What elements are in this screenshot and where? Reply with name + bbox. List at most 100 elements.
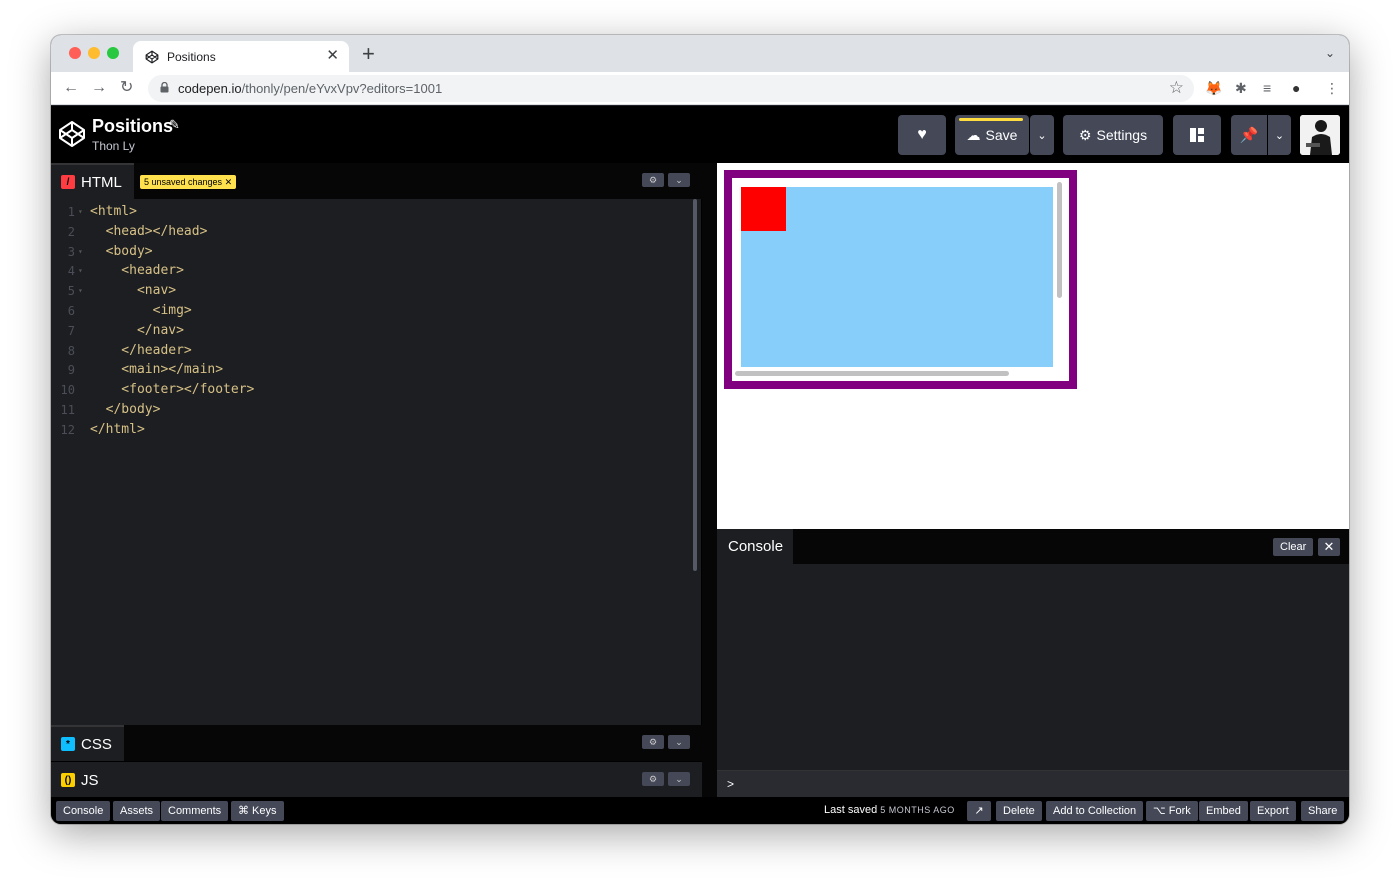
code-line[interactable]: 6 <img> — [51, 302, 691, 322]
back-arrow-icon[interactable]: ← — [63, 78, 79, 98]
extensions-puzzle-icon[interactable]: ✱ — [1235, 78, 1247, 98]
browser-tab[interactable]: Positions ✕ — [133, 41, 349, 72]
unsaved-changes-badge[interactable]: 5 unsaved changes ✕ — [140, 175, 237, 189]
close-window-button[interactable] — [69, 47, 81, 59]
edit-title-pencil-icon[interactable]: ✎ — [169, 117, 180, 133]
code-text: <nav> — [90, 283, 177, 299]
code-text: <header> — [90, 263, 184, 279]
metamask-extension-icon[interactable]: 🦊 — [1205, 78, 1222, 98]
preview-vertical-scrollbar[interactable] — [1057, 182, 1062, 298]
codepen-header: Positions ✎ Thon Ly ♥ ☁ Save ⌄ ⚙ Setting… — [51, 106, 1349, 163]
forward-arrow-icon[interactable]: → — [91, 78, 107, 98]
code-line[interactable]: 5 ▾ <nav> — [51, 282, 691, 302]
line-number: 12 — [60, 422, 75, 437]
code-line[interactable]: 4 ▾ <header> — [51, 262, 691, 282]
maximize-window-button[interactable] — [107, 47, 119, 59]
css-collapse-chevron-button[interactable]: ⌄ — [668, 735, 690, 749]
settings-label: Settings — [1096, 127, 1148, 143]
code-line[interactable]: 2 <head></head> — [51, 223, 691, 243]
footer-comments-button[interactable]: Comments — [161, 801, 229, 821]
code-line[interactable]: 1 ▾ <html> — [51, 203, 691, 223]
chrome-menu-icon[interactable]: ⋮ — [1325, 78, 1339, 98]
code-line[interactable]: 11 </body> — [51, 401, 691, 421]
new-tab-button[interactable]: + — [362, 41, 375, 67]
css-settings-gear-button[interactable]: ⚙ — [642, 735, 664, 749]
reload-icon[interactable]: ↻ — [120, 78, 133, 98]
resize-gutter[interactable] — [702, 163, 717, 797]
pen-title[interactable]: Positions — [92, 116, 173, 137]
profile-avatar-icon[interactable]: ● — [1292, 78, 1300, 98]
footer-fork-button[interactable]: ⌥ Fork — [1146, 801, 1198, 821]
bookmark-star-icon[interactable]: ☆ — [1169, 78, 1184, 98]
footer-console-button[interactable]: Console — [56, 801, 111, 821]
footer-add-to-collection-button[interactable]: Add to Collection — [1046, 801, 1144, 821]
code-text: <head></head> — [90, 223, 208, 239]
code-text: <body> — [90, 243, 153, 259]
footer-share-button[interactable]: Share — [1301, 801, 1345, 821]
minimize-window-button[interactable] — [88, 47, 100, 59]
footer-export-button[interactable]: Export — [1250, 801, 1296, 821]
pin-options-button[interactable]: ⌄ — [1268, 115, 1291, 155]
fold-arrow-icon[interactable]: ▾ — [78, 207, 83, 216]
scroll-container[interactable] — [732, 178, 1069, 381]
result-preview[interactable] — [717, 163, 1349, 529]
console-clear-button[interactable]: Clear — [1273, 538, 1314, 556]
reading-list-icon[interactable]: ≡ — [1263, 78, 1271, 98]
line-number: 5 — [67, 284, 75, 299]
save-options-button[interactable]: ⌄ — [1030, 115, 1054, 155]
css-editor-tab[interactable]: * CSS — [51, 725, 124, 761]
footer-embed-button[interactable]: Embed — [1199, 801, 1248, 821]
js-settings-gear-button[interactable]: ⚙ — [642, 772, 664, 786]
html-collapse-chevron-button[interactable]: ⌄ — [668, 173, 690, 187]
open-external-icon[interactable]: ↗ — [967, 801, 991, 821]
address-bar[interactable]: codepen.io/thonly/pen/eYvxVpv?editors=10… — [148, 75, 1194, 102]
console-header: Console Clear ✕ — [717, 529, 1349, 564]
fold-arrow-icon[interactable]: ▾ — [78, 247, 83, 256]
code-line[interactable]: 8 </header> — [51, 342, 691, 362]
line-number: 4 — [67, 264, 75, 279]
line-number: 2 — [67, 224, 75, 239]
code-text: <footer></footer> — [90, 382, 255, 398]
codepen-logo-icon[interactable] — [57, 119, 87, 149]
chevron-down-icon: ⌄ — [1037, 129, 1047, 142]
footer-keys-button[interactable]: ⌘ Keys — [231, 801, 284, 821]
code-text: <img> — [90, 303, 192, 318]
line-number: 6 — [67, 304, 75, 318]
user-avatar[interactable] — [1300, 115, 1340, 155]
fold-arrow-icon[interactable]: ▾ — [78, 266, 83, 275]
code-line[interactable]: 9 <main></main> — [51, 361, 691, 381]
code-text: </nav> — [90, 322, 184, 338]
code-text: <html> — [90, 204, 137, 219]
footer-delete-button[interactable]: Delete — [996, 801, 1042, 821]
console-input[interactable]: > — [717, 770, 1349, 797]
code-line[interactable]: 7 </nav> — [51, 322, 691, 342]
pin-button[interactable]: 📌 — [1231, 115, 1267, 155]
html-code-editor[interactable]: 1 ▾ <html> 2 <head></head> 3 ▾ <body> 4 ▾ <head… — [51, 201, 702, 727]
footer-assets-button[interactable]: Assets — [113, 801, 161, 821]
love-button[interactable]: ♥ — [898, 115, 946, 155]
console-prompt: > — [727, 777, 735, 791]
js-editor-tab[interactable]: () JS — [51, 762, 111, 798]
html-settings-gear-button[interactable]: ⚙ — [642, 173, 664, 187]
pen-author[interactable]: Thon Ly — [92, 139, 135, 153]
tab-search-chevron-icon[interactable]: ⌄ — [1325, 46, 1335, 60]
console-tab: Console — [717, 529, 793, 564]
heart-icon: ♥ — [917, 126, 927, 143]
js-collapse-chevron-button[interactable]: ⌄ — [668, 772, 690, 786]
code-text: </header> — [90, 342, 192, 358]
preview-horizontal-scrollbar[interactable] — [735, 371, 1009, 376]
line-number: 11 — [60, 403, 75, 417]
settings-button[interactable]: ⚙ Settings — [1063, 115, 1163, 155]
save-button[interactable]: ☁ Save — [955, 115, 1029, 155]
tab-close-icon[interactable]: ✕ — [326, 47, 339, 65]
change-view-button[interactable] — [1173, 115, 1221, 155]
code-line[interactable]: 12 </html> — [51, 421, 691, 441]
fold-arrow-icon[interactable]: ▾ — [78, 286, 83, 295]
line-number: 10 — [60, 383, 75, 398]
console-close-icon[interactable]: ✕ — [1318, 538, 1340, 556]
html-editor-tab[interactable]: / HTML — [51, 163, 134, 199]
code-line[interactable]: 10 <footer></footer> — [51, 381, 691, 401]
editor-scrollbar[interactable] — [693, 199, 697, 571]
code-text: </html> — [90, 421, 145, 437]
code-line[interactable]: 3 ▾ <body> — [51, 243, 691, 263]
